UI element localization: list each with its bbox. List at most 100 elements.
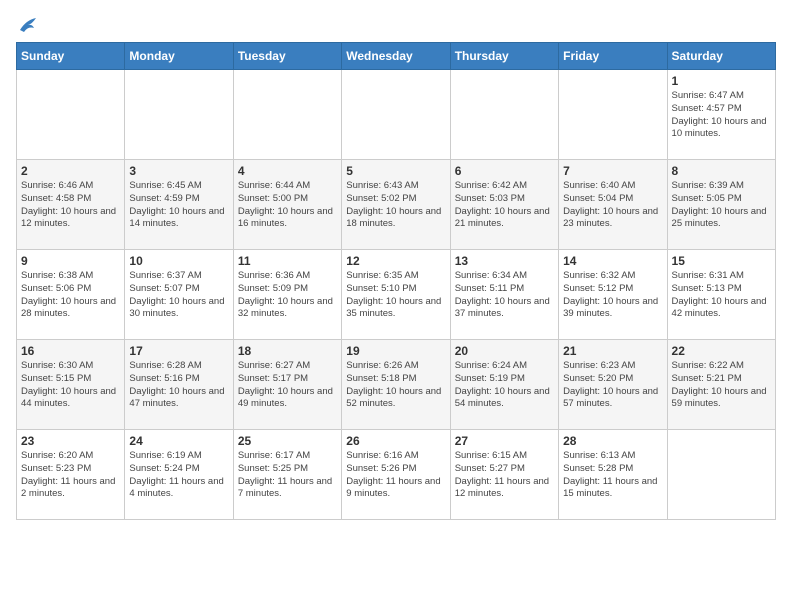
day-info: Sunrise: 6:47 AMSunset: 4:57 PMDaylight:… [672,90,771,141]
calendar-cell: 11 Sunrise: 6:36 AMSunset: 5:09 PMDayligh… [233,250,341,340]
day-number: 10 [129,254,228,268]
day-number: 7 [563,164,662,178]
day-info: Sunrise: 6:36 AMSunset: 5:09 PMDaylight:… [238,270,337,321]
calendar-cell: 19 Sunrise: 6:26 AMSunset: 5:18 PMDayligh… [342,340,450,430]
logo-bird-icon [18,16,38,34]
calendar-cell [17,70,125,160]
calendar-cell [342,70,450,160]
calendar-cell: 3 Sunrise: 6:45 AMSunset: 4:59 PMDaylight… [125,160,233,250]
day-number: 16 [21,344,120,358]
day-info: Sunrise: 6:13 AMSunset: 5:28 PMDaylight:… [563,450,662,501]
day-info: Sunrise: 6:22 AMSunset: 5:21 PMDaylight:… [672,360,771,411]
day-number: 24 [129,434,228,448]
calendar-cell: 27 Sunrise: 6:15 AMSunset: 5:27 PMDayligh… [450,430,558,520]
day-info: Sunrise: 6:35 AMSunset: 5:10 PMDaylight:… [346,270,445,321]
day-info: Sunrise: 6:20 AMSunset: 5:23 PMDaylight:… [21,450,120,501]
day-info: Sunrise: 6:42 AMSunset: 5:03 PMDaylight:… [455,180,554,231]
calendar-cell: 25 Sunrise: 6:17 AMSunset: 5:25 PMDayligh… [233,430,341,520]
logo [16,16,38,34]
day-info: Sunrise: 6:39 AMSunset: 5:05 PMDaylight:… [672,180,771,231]
calendar-cell: 1 Sunrise: 6:47 AMSunset: 4:57 PMDaylight… [667,70,775,160]
calendar-week-3: 9 Sunrise: 6:38 AMSunset: 5:06 PMDaylight… [17,250,776,340]
day-info: Sunrise: 6:26 AMSunset: 5:18 PMDaylight:… [346,360,445,411]
day-number: 14 [563,254,662,268]
day-number: 18 [238,344,337,358]
day-number: 19 [346,344,445,358]
calendar-cell: 15 Sunrise: 6:31 AMSunset: 5:13 PMDayligh… [667,250,775,340]
day-number: 28 [563,434,662,448]
calendar-cell [125,70,233,160]
calendar-cell [233,70,341,160]
day-info: Sunrise: 6:32 AMSunset: 5:12 PMDaylight:… [563,270,662,321]
day-number: 26 [346,434,445,448]
day-number: 11 [238,254,337,268]
weekday-header-sunday: Sunday [17,43,125,70]
weekday-header-wednesday: Wednesday [342,43,450,70]
calendar-cell: 6 Sunrise: 6:42 AMSunset: 5:03 PMDaylight… [450,160,558,250]
day-number: 1 [672,74,771,88]
day-number: 27 [455,434,554,448]
day-info: Sunrise: 6:40 AMSunset: 5:04 PMDaylight:… [563,180,662,231]
day-number: 9 [21,254,120,268]
calendar-cell: 7 Sunrise: 6:40 AMSunset: 5:04 PMDaylight… [559,160,667,250]
calendar-cell: 8Sunrise: 6:39 AMSunset: 5:05 PMDaylight… [667,160,775,250]
day-number: 25 [238,434,337,448]
day-number: 6 [455,164,554,178]
calendar-table: SundayMondayTuesdayWednesdayThursdayFrid… [16,42,776,520]
day-number: 5 [346,164,445,178]
calendar-cell: 2Sunrise: 6:46 AMSunset: 4:58 PMDaylight… [17,160,125,250]
day-number: 4 [238,164,337,178]
day-number: 15 [672,254,771,268]
day-info: Sunrise: 6:31 AMSunset: 5:13 PMDaylight:… [672,270,771,321]
calendar-cell: 20 Sunrise: 6:24 AMSunset: 5:19 PMDayligh… [450,340,558,430]
day-number: 23 [21,434,120,448]
calendar-cell: 4 Sunrise: 6:44 AMSunset: 5:00 PMDaylight… [233,160,341,250]
day-info: Sunrise: 6:16 AMSunset: 5:26 PMDaylight:… [346,450,445,501]
calendar-cell: 22 Sunrise: 6:22 AMSunset: 5:21 PMDayligh… [667,340,775,430]
calendar-cell: 17Sunrise: 6:28 AMSunset: 5:16 PMDayligh… [125,340,233,430]
calendar-cell: 9 Sunrise: 6:38 AMSunset: 5:06 PMDaylight… [17,250,125,340]
day-info: Sunrise: 6:44 AMSunset: 5:00 PMDaylight:… [238,180,337,231]
calendar-cell: 18 Sunrise: 6:27 AMSunset: 5:17 PMDayligh… [233,340,341,430]
calendar-cell: 13 Sunrise: 6:34 AMSunset: 5:11 PMDayligh… [450,250,558,340]
day-info: Sunrise: 6:34 AMSunset: 5:11 PMDaylight:… [455,270,554,321]
day-number: 12 [346,254,445,268]
calendar-week-2: 2Sunrise: 6:46 AMSunset: 4:58 PMDaylight… [17,160,776,250]
day-number: 13 [455,254,554,268]
calendar-week-4: 16Sunrise: 6:30 AMSunset: 5:15 PMDayligh… [17,340,776,430]
weekday-header-friday: Friday [559,43,667,70]
calendar-cell [450,70,558,160]
day-number: 20 [455,344,554,358]
calendar-cell [559,70,667,160]
weekday-header-monday: Monday [125,43,233,70]
day-info: Sunrise: 6:46 AMSunset: 4:58 PMDaylight:… [21,180,120,231]
day-info: Sunrise: 6:27 AMSunset: 5:17 PMDaylight:… [238,360,337,411]
day-info: Sunrise: 6:15 AMSunset: 5:27 PMDaylight:… [455,450,554,501]
day-number: 17 [129,344,228,358]
calendar-cell: 5 Sunrise: 6:43 AMSunset: 5:02 PMDaylight… [342,160,450,250]
calendar-cell: 23 Sunrise: 6:20 AMSunset: 5:23 PMDayligh… [17,430,125,520]
day-info: Sunrise: 6:37 AMSunset: 5:07 PMDaylight:… [129,270,228,321]
calendar-cell: 24Sunrise: 6:19 AMSunset: 5:24 PMDayligh… [125,430,233,520]
calendar-cell: 16Sunrise: 6:30 AMSunset: 5:15 PMDayligh… [17,340,125,430]
day-info: Sunrise: 6:23 AMSunset: 5:20 PMDaylight:… [563,360,662,411]
day-number: 22 [672,344,771,358]
calendar-week-1: 1 Sunrise: 6:47 AMSunset: 4:57 PMDaylight… [17,70,776,160]
day-info: Sunrise: 6:45 AMSunset: 4:59 PMDaylight:… [129,180,228,231]
calendar-cell: 28 Sunrise: 6:13 AMSunset: 5:28 PMDayligh… [559,430,667,520]
day-info: Sunrise: 6:24 AMSunset: 5:19 PMDaylight:… [455,360,554,411]
calendar-header-row: SundayMondayTuesdayWednesdayThursdayFrid… [17,43,776,70]
day-info: Sunrise: 6:17 AMSunset: 5:25 PMDaylight:… [238,450,337,501]
day-info: Sunrise: 6:38 AMSunset: 5:06 PMDaylight:… [21,270,120,321]
day-info: Sunrise: 6:43 AMSunset: 5:02 PMDaylight:… [346,180,445,231]
calendar-cell: 26 Sunrise: 6:16 AMSunset: 5:26 PMDayligh… [342,430,450,520]
day-number: 21 [563,344,662,358]
weekday-header-thursday: Thursday [450,43,558,70]
calendar-cell [667,430,775,520]
calendar-cell: 14 Sunrise: 6:32 AMSunset: 5:12 PMDayligh… [559,250,667,340]
weekday-header-tuesday: Tuesday [233,43,341,70]
weekday-header-saturday: Saturday [667,43,775,70]
day-number: 3 [129,164,228,178]
page-header [16,16,776,34]
calendar-week-5: 23 Sunrise: 6:20 AMSunset: 5:23 PMDayligh… [17,430,776,520]
